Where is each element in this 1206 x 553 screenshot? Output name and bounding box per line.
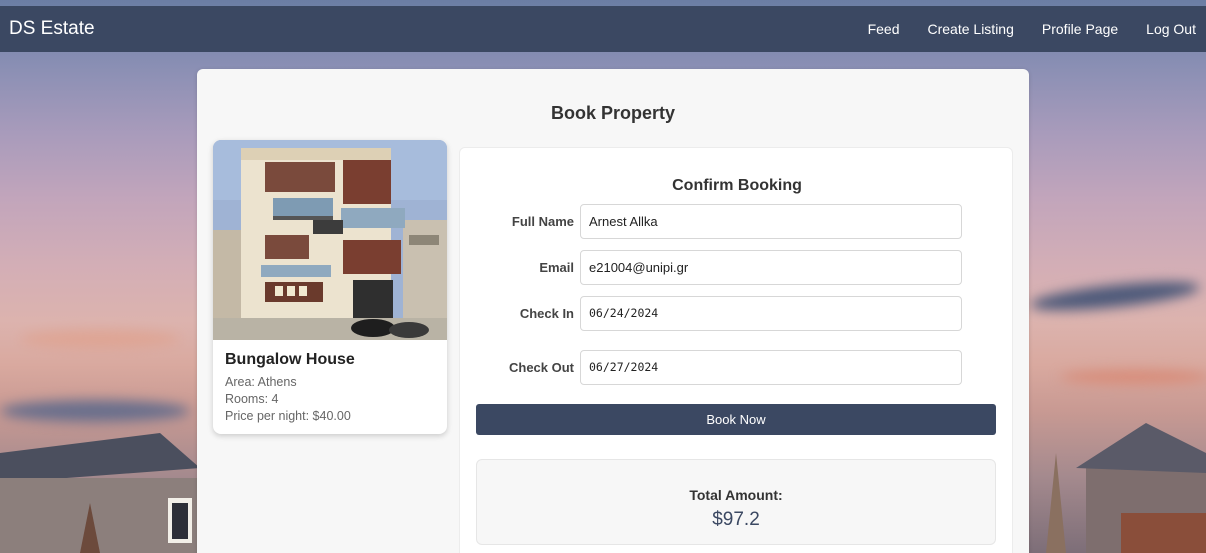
page-title: Book Property: [550, 103, 676, 123]
property-price: Price per night: $40.00: [225, 409, 351, 423]
check-out-label: Check Out: [508, 360, 574, 375]
check-in-date-input[interactable]: 06/24/2024: [580, 296, 962, 331]
property-card: Bungalow House Area: Athens Rooms: 4 Pri…: [213, 140, 447, 434]
booking-form: Confirm Booking Full Name Arnest Allka E…: [459, 147, 1013, 553]
nav-link-profile-page[interactable]: Profile Page: [1042, 21, 1118, 37]
email-label: Email: [539, 260, 574, 275]
check-in-row: Check In 06/24/2024: [460, 296, 1014, 332]
house-right-image: [1046, 423, 1206, 553]
nav-links: Feed Create Listing Profile Page Log Out: [868, 21, 1196, 37]
total-amount-label: Total Amount:: [689, 487, 783, 503]
property-photo: [213, 140, 447, 340]
email-input[interactable]: e21004@unipi.gr: [580, 250, 962, 285]
property-name: Bungalow House: [225, 351, 355, 368]
form-title: Confirm Booking: [672, 177, 802, 194]
full-name-input[interactable]: Arnest Allka: [580, 204, 962, 239]
full-name-row: Full Name Arnest Allka: [460, 204, 1014, 240]
booking-card: Book Property Bungalow House Area: Athen…: [197, 69, 1029, 553]
nav-link-log-out[interactable]: Log Out: [1146, 21, 1196, 37]
total-amount-box: Total Amount: $97.2: [476, 459, 996, 545]
book-now-button[interactable]: Book Now: [476, 404, 996, 435]
navbar: DS Estate Feed Create Listing Profile Pa…: [0, 6, 1206, 52]
house-left-image: [0, 433, 200, 553]
brand-logo[interactable]: DS Estate: [9, 18, 95, 40]
nav-link-feed[interactable]: Feed: [868, 21, 900, 37]
check-out-row: Check Out 06/27/2024: [460, 350, 1014, 386]
check-in-label: Check In: [519, 306, 574, 321]
property-info: Bungalow House Area: Athens Rooms: 4 Pri…: [213, 340, 447, 425]
email-row: Email e21004@unipi.gr: [460, 250, 1014, 286]
check-out-date-input[interactable]: 06/27/2024: [580, 350, 962, 385]
total-amount-value: $97.2: [712, 509, 760, 530]
property-area: Area: Athens: [225, 375, 297, 389]
property-rooms: Rooms: 4: [225, 392, 279, 406]
full-name-label: Full Name: [511, 214, 574, 229]
nav-link-create-listing[interactable]: Create Listing: [928, 21, 1014, 37]
